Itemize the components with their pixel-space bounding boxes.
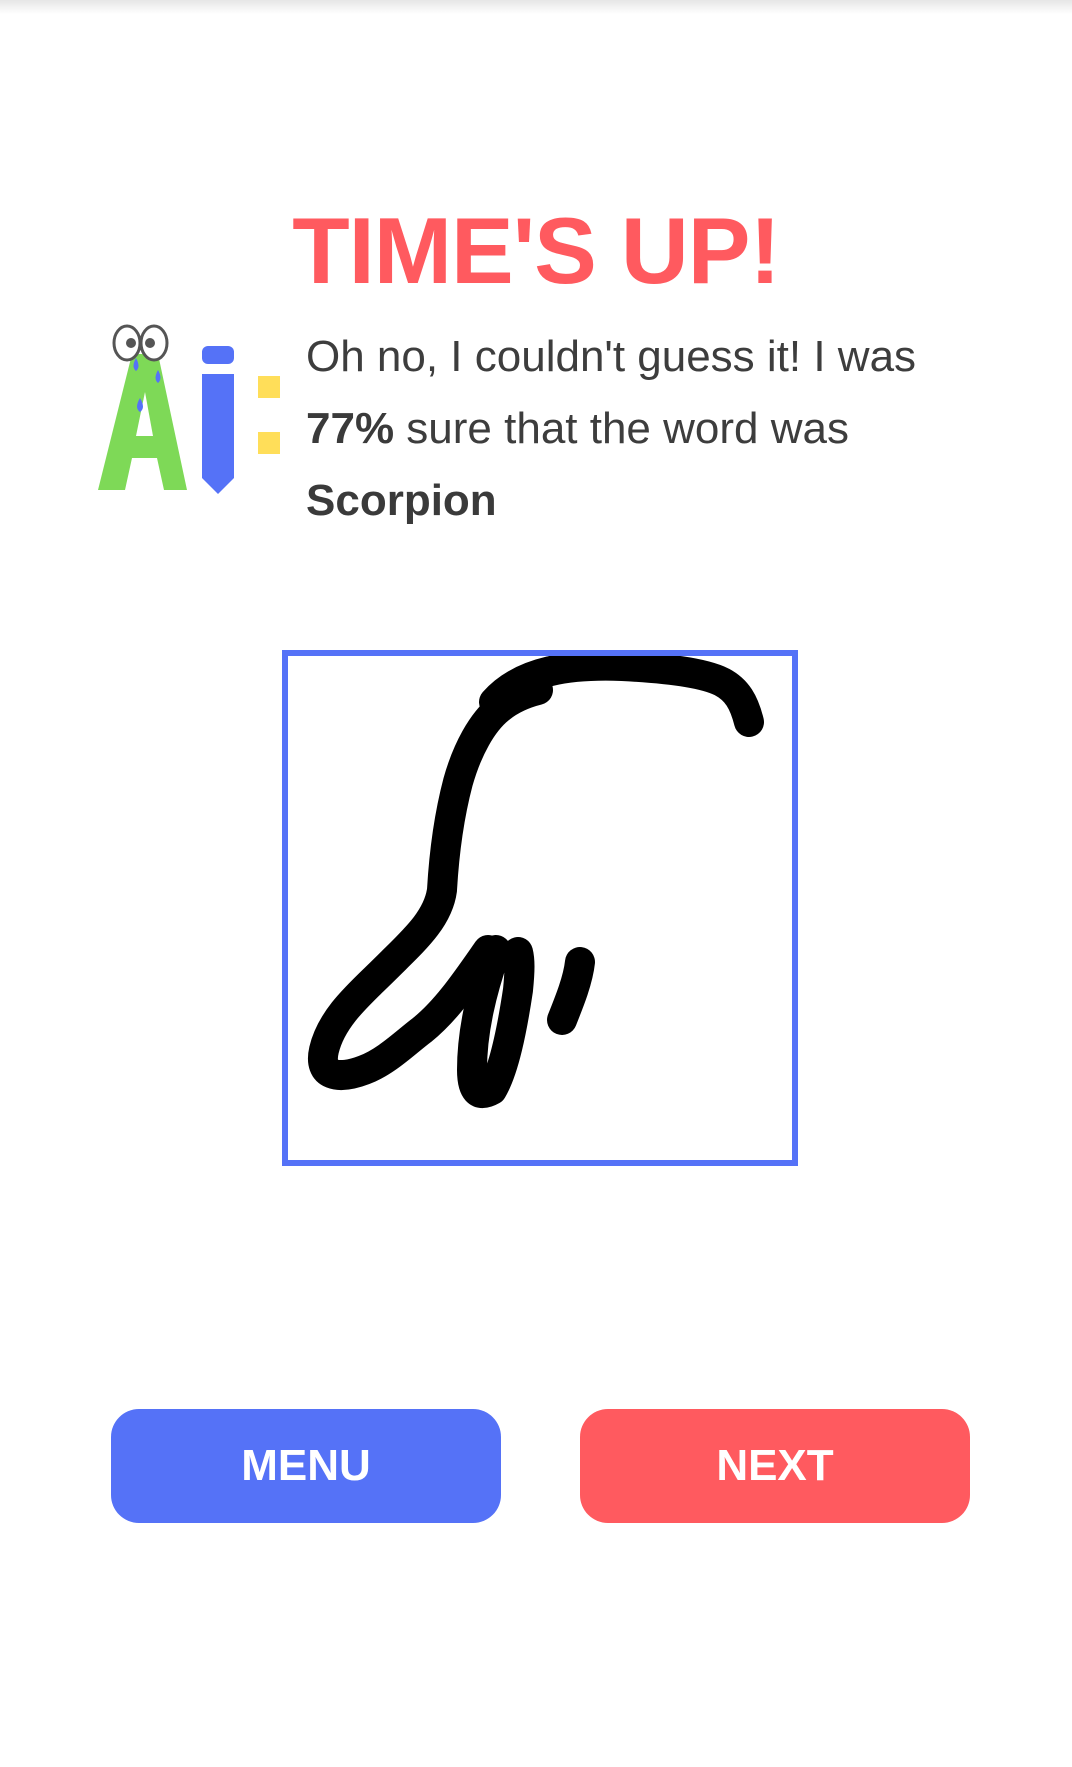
result-message: Oh no, I couldn't guess it! I was 77% su…: [306, 321, 1006, 537]
next-button[interactable]: NEXT: [580, 1409, 970, 1523]
confidence-percent: 77%: [306, 404, 395, 453]
status-bar-shadow: [0, 0, 1072, 14]
page-title: TIME'S UP!: [292, 198, 781, 303]
drawing-stroke-leg-2: [547, 947, 595, 1035]
menu-button[interactable]: MENU: [111, 1409, 501, 1523]
message-line-2-text: sure that the word was: [394, 404, 849, 453]
guessed-word: Scorpion: [306, 476, 497, 525]
ai-logo: [92, 318, 302, 498]
message-line-2: 77% sure that the word was: [306, 393, 1006, 465]
message-line-1: Oh no, I couldn't guess it! I was: [306, 332, 917, 381]
pencil-i-icon: [202, 346, 234, 494]
user-drawing: [308, 656, 764, 1108]
drawing-canvas: [282, 650, 798, 1166]
drawing-stroke-leg-1: [457, 935, 535, 1108]
